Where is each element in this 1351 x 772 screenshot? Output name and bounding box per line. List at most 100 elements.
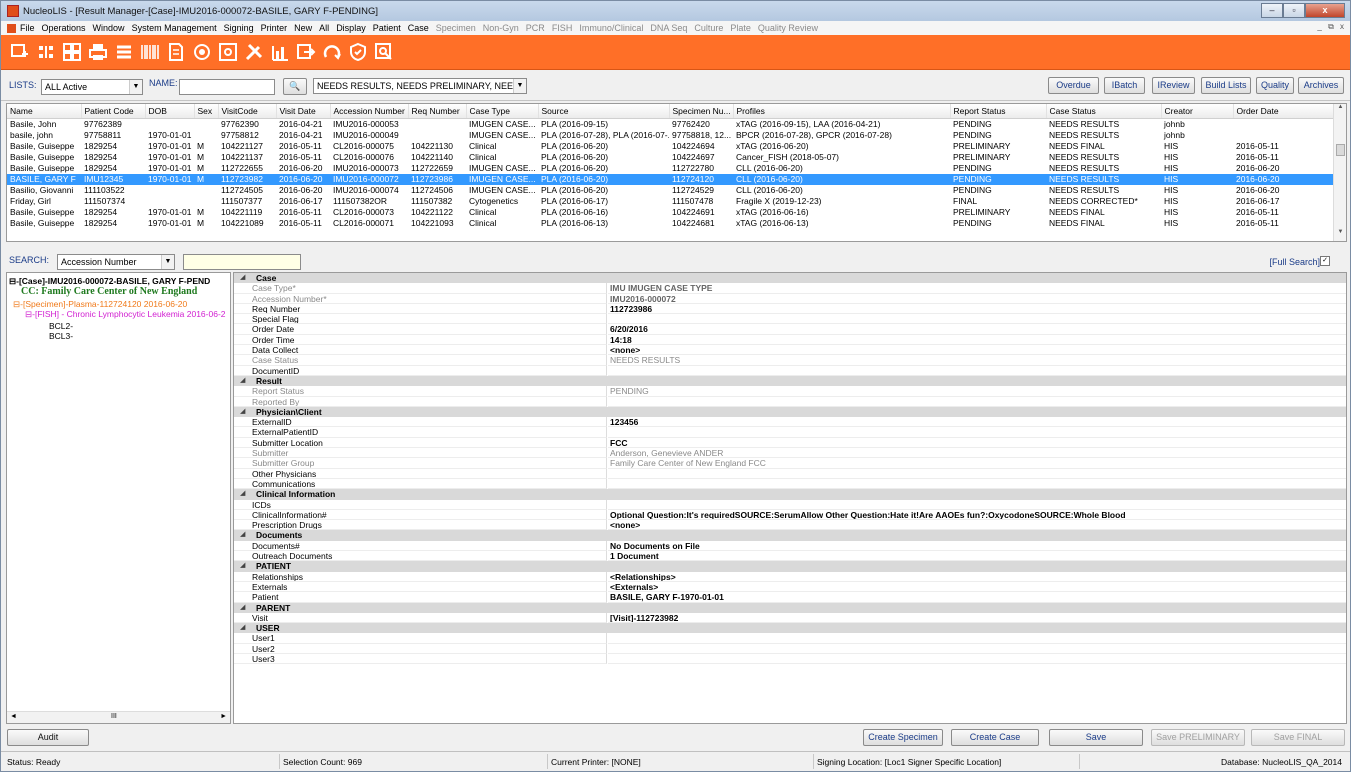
- property-value[interactable]: No Documents on File: [608, 541, 1346, 552]
- property-value[interactable]: [Visit]-112723982: [608, 613, 1346, 624]
- archives-button[interactable]: Archives: [1298, 77, 1344, 94]
- lists-select[interactable]: ALL Active ▼: [41, 79, 143, 95]
- collapse-icon[interactable]: ◢: [240, 530, 245, 540]
- status-filter-select[interactable]: NEEDS RESULTS, NEEDS PRELIMINARY, NEEDS …: [313, 78, 527, 94]
- property-value[interactable]: 6/20/2016: [608, 324, 1346, 335]
- tools-icon[interactable]: [243, 41, 265, 63]
- property-row[interactable]: Report Status PENDING: [234, 386, 1346, 397]
- quality-button[interactable]: Quality: [1256, 77, 1294, 94]
- property-value[interactable]: [608, 644, 1346, 654]
- list-icon[interactable]: [113, 41, 135, 63]
- save-preliminary-button[interactable]: Save PRELIMINARY: [1151, 729, 1245, 746]
- property-row[interactable]: Externals <Externals>: [234, 581, 1346, 593]
- tree-node-client[interactable]: CC: Family Care Center of New England: [21, 286, 197, 297]
- menu-fish[interactable]: FISH: [552, 23, 573, 33]
- menu-culture[interactable]: Culture: [694, 23, 723, 33]
- column-header[interactable]: Name: [7, 104, 82, 119]
- property-row[interactable]: Case Type* IMU IMUGEN CASE TYPE: [234, 283, 1346, 294]
- collapse-icon[interactable]: ◢: [240, 623, 245, 633]
- property-value[interactable]: [608, 479, 1346, 490]
- collapse-icon[interactable]: ⊟-: [9, 276, 19, 286]
- collapse-icon[interactable]: ◢: [240, 489, 245, 499]
- menu-system-management[interactable]: System Management: [132, 23, 217, 33]
- property-row[interactable]: Prescription Drugs <none>: [234, 520, 1346, 531]
- property-value[interactable]: <Externals>: [608, 582, 1346, 593]
- table-row[interactable]: Basile, Guiseppe 1829254 1970-01-01 M 112722…: [7, 163, 1334, 174]
- collapse-icon[interactable]: ◢: [240, 603, 245, 613]
- table-row[interactable]: basile, john 97758811 1970-01-01 97758812 20…: [7, 130, 1334, 141]
- property-value[interactable]: 1 Document: [608, 551, 1346, 562]
- property-value[interactable]: 123456: [608, 417, 1346, 428]
- search-icon[interactable]: [373, 41, 395, 63]
- menu-case[interactable]: Case: [408, 23, 429, 33]
- property-category[interactable]: ◢ PARENT: [234, 602, 1346, 613]
- tree-node-bcl2[interactable]: BCL2-: [49, 321, 73, 331]
- menu-specimen[interactable]: Specimen: [436, 23, 476, 33]
- property-row[interactable]: Order Time 14:18: [234, 334, 1346, 346]
- grid-scrollbar[interactable]: ▲ ▼: [1333, 104, 1346, 241]
- scroll-thumb[interactable]: [1336, 144, 1345, 156]
- collapse-icon[interactable]: ◢: [240, 407, 245, 417]
- column-header[interactable]: Visit Date: [276, 104, 331, 119]
- search-field-select[interactable]: Accession Number ▼: [57, 254, 175, 270]
- menu-all[interactable]: All: [319, 23, 329, 33]
- property-row[interactable]: Documents# No Documents on File: [234, 540, 1346, 552]
- ireview-button[interactable]: IReview: [1152, 77, 1195, 94]
- property-row[interactable]: Special Flag: [234, 314, 1346, 325]
- column-header[interactable]: Accession Number: [330, 104, 409, 119]
- property-value[interactable]: [608, 366, 1346, 376]
- shield-icon[interactable]: [347, 41, 369, 63]
- property-value[interactable]: FCC: [608, 438, 1346, 449]
- collapse-icon[interactable]: ◢: [240, 561, 245, 571]
- menu-plate[interactable]: Plate: [730, 23, 751, 33]
- property-row[interactable]: ClinicalInformation# Optional Question:It…: [234, 509, 1346, 521]
- property-row[interactable]: Communications: [234, 478, 1346, 490]
- close-button[interactable]: x: [1305, 3, 1345, 18]
- binoculars-search-button[interactable]: 🔍: [283, 78, 307, 95]
- property-value[interactable]: [608, 427, 1346, 438]
- property-value[interactable]: [608, 500, 1346, 510]
- column-header[interactable]: Case Status: [1046, 104, 1162, 119]
- property-row[interactable]: Order Date 6/20/2016: [234, 324, 1346, 335]
- column-header[interactable]: VisitCode: [218, 104, 277, 119]
- table-row[interactable]: Basile, Guiseppe 1829254 1970-01-01 M 104221…: [7, 152, 1334, 163]
- property-value[interactable]: [608, 469, 1346, 479]
- scroll-right-icon[interactable]: ►: [220, 713, 227, 720]
- column-header[interactable]: Sex: [194, 104, 219, 119]
- minimize-button[interactable]: –: [1261, 3, 1283, 18]
- property-category[interactable]: ◢ PATIENT: [234, 561, 1346, 572]
- property-value[interactable]: <none>: [608, 520, 1346, 531]
- property-row[interactable]: Reported By: [234, 396, 1346, 407]
- document-icon[interactable]: [165, 41, 187, 63]
- build-lists-button[interactable]: Build Lists: [1201, 77, 1251, 94]
- overdue-button[interactable]: Overdue: [1048, 77, 1099, 94]
- mdi-controls[interactable]: _ ⧉ x: [1317, 22, 1346, 32]
- property-row[interactable]: Visit [Visit]-112723982: [234, 612, 1346, 624]
- property-row[interactable]: ExternalID 123456: [234, 417, 1346, 428]
- property-category[interactable]: ◢ Physician\Client: [234, 406, 1346, 418]
- menu-dna-seq[interactable]: DNA Seq: [650, 23, 687, 33]
- property-value[interactable]: [608, 633, 1346, 644]
- search-input[interactable]: [183, 254, 301, 270]
- table-row[interactable]: Basile, Guiseppe 1829254 1970-01-01 M 104221…: [7, 207, 1334, 218]
- property-row[interactable]: Outreach Documents 1 Document: [234, 551, 1346, 562]
- property-row[interactable]: ExternalPatientID: [234, 427, 1346, 438]
- save-button[interactable]: Save: [1049, 729, 1143, 746]
- column-header[interactable]: Specimen Nu...: [669, 104, 734, 119]
- property-row[interactable]: Accession Number* IMU2016-000072: [234, 293, 1346, 304]
- create-case-button[interactable]: Create Case: [951, 729, 1039, 746]
- property-value[interactable]: BASILE, GARY F-1970-01-01: [608, 592, 1346, 603]
- chevron-down-icon[interactable]: ▼: [1334, 229, 1346, 241]
- menu-signing[interactable]: Signing: [224, 23, 254, 33]
- column-header[interactable]: Report Status: [950, 104, 1047, 119]
- collapse-icon[interactable]: ⊟-: [13, 299, 23, 309]
- menu-immuno-clinical[interactable]: Immuno/Clinical: [579, 23, 643, 33]
- table-row[interactable]: Basile, Guiseppe 1829254 1970-01-01 M 104221…: [7, 218, 1334, 229]
- table-row[interactable]: Basile, Guiseppe 1829254 1970-01-01 M 104221…: [7, 141, 1334, 152]
- property-row[interactable]: Submitter Anderson, Genevieve ANDER: [234, 448, 1346, 459]
- chart-icon[interactable]: [269, 41, 291, 63]
- property-row[interactable]: Relationships <Relationships>: [234, 571, 1346, 582]
- menu-file[interactable]: File: [20, 23, 35, 33]
- menu-quality-review[interactable]: Quality Review: [758, 23, 818, 33]
- save-final-button[interactable]: Save FINAL: [1251, 729, 1345, 746]
